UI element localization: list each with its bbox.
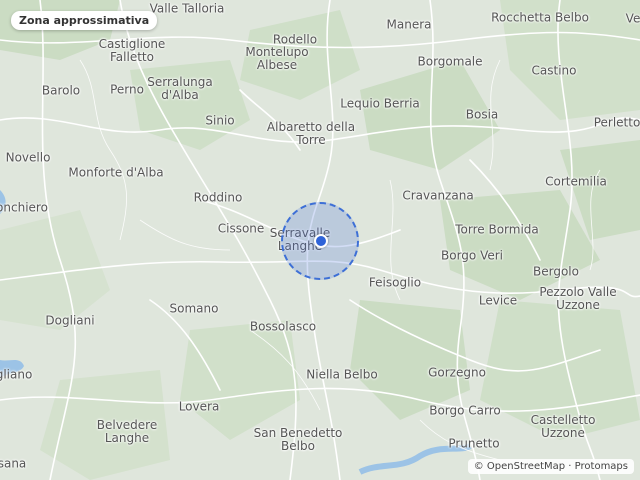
place-label: Bosia xyxy=(465,107,499,122)
place-label: Castiglione Falletto xyxy=(98,37,166,64)
place-label: Bossolasco xyxy=(249,319,317,334)
place-label: Manera xyxy=(386,17,432,32)
place-label: Castino xyxy=(531,63,577,78)
place-label: Belvedere Langhe xyxy=(96,418,158,445)
place-label: San Benedetto Belbo xyxy=(253,426,343,453)
place-label: sana xyxy=(0,456,27,471)
place-label: Rocchetta Belbo xyxy=(491,10,589,25)
map[interactable]: Valle Talloria Castiglione Falletto Rode… xyxy=(0,0,640,480)
place-label: Borgo Carro xyxy=(429,403,501,418)
place-label: Sinio xyxy=(205,113,235,128)
place-label: Somano xyxy=(169,301,219,316)
place-label: Niella Belbo xyxy=(306,367,378,382)
place-label: Roddino xyxy=(193,190,243,205)
place-label: gliano xyxy=(0,367,33,382)
place-label: Cissone xyxy=(217,221,265,236)
place-label: Barolo xyxy=(41,83,81,98)
place-label: Torre Bormida xyxy=(455,222,539,237)
place-label: Castelletto Uzzone xyxy=(530,413,596,440)
place-label: Borgomale xyxy=(417,54,483,69)
place-label: Feisoglio xyxy=(368,275,422,290)
place-label: Lequio Berria xyxy=(340,96,420,111)
place-label: Lovera xyxy=(178,399,220,414)
place-label: Valle Talloria xyxy=(149,1,225,16)
place-label: Pezzolo Valle Uzzone xyxy=(539,285,617,312)
place-label: Montelupo Albese xyxy=(245,45,309,72)
location-marker-icon[interactable] xyxy=(314,234,328,248)
place-label: onchiero xyxy=(0,200,48,215)
place-label: Borgo Veri xyxy=(441,248,503,263)
place-label: Monforte d'Alba xyxy=(68,165,164,180)
place-label: Bergolo xyxy=(533,264,579,279)
approximate-zone-badge: Zona approssimativa xyxy=(11,11,158,30)
place-label: Ve xyxy=(625,11,640,26)
place-label: Novello xyxy=(5,150,51,165)
place-label: Cravanzana xyxy=(402,188,474,203)
map-attribution[interactable]: © OpenStreetMap · Protomaps xyxy=(467,459,634,474)
place-label: Gorzegno xyxy=(428,365,486,380)
place-label: Dogliani xyxy=(45,313,95,328)
place-label: Levice xyxy=(478,293,518,308)
place-label: Prunetto xyxy=(448,436,500,451)
place-label: Albaretto della Torre xyxy=(266,120,356,147)
place-label: Cortemilia xyxy=(545,174,607,189)
place-label: Perno xyxy=(110,82,144,97)
place-label: Serralunga d'Alba xyxy=(147,75,213,102)
place-label: Perletto xyxy=(593,115,640,130)
